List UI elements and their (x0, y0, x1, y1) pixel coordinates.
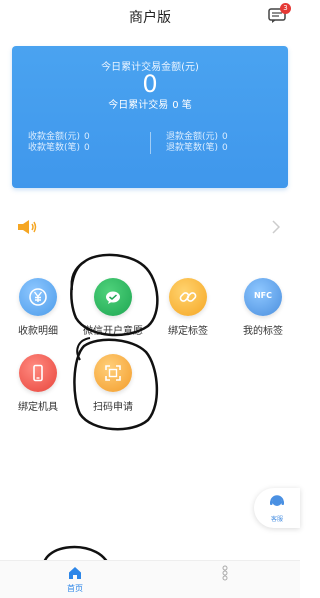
bottom-tab-bar: 首页 (0, 560, 300, 598)
grid-item-scan-apply[interactable]: 扫码申请 (78, 354, 148, 413)
headset-icon (270, 495, 284, 506)
stat-value: 0 (222, 143, 228, 153)
transaction-summary-card: 今日累计交易金额(元) 0 今日累计交易 0 笔 收款金额(元) 0 收款笔数(笔… (12, 46, 288, 188)
app-header: 商户版 3 (0, 0, 300, 34)
stat-value: 0 (222, 132, 228, 142)
grid-item-label: 绑定标签 (168, 326, 208, 337)
today-count-value: 0 (172, 100, 179, 111)
grid-item-my-tags[interactable]: NFC 我的标签 (228, 278, 298, 337)
stat-row: 退款笔数(笔) 0 (166, 143, 228, 154)
grid-item-label: 微信开户意愿 (83, 326, 143, 337)
link-icon (169, 278, 207, 316)
nfc-icon-text: NFC (253, 291, 273, 300)
stat-label: 退款笔数(笔) (166, 143, 219, 153)
tab-more[interactable] (205, 565, 245, 583)
today-count-label: 今日累计交易 (108, 100, 169, 111)
card-divider (150, 132, 151, 154)
stat-row: 退款金额(元) 0 (166, 132, 228, 143)
customer-service-button[interactable]: 客服 (254, 488, 300, 528)
grid-item-receipt-details[interactable]: 收款明细 (3, 278, 73, 337)
today-count-unit: 笔 (181, 100, 192, 111)
stat-label: 收款笔数(笔) (28, 143, 81, 153)
stat-row: 收款笔数(笔) 0 (28, 143, 90, 154)
notice-bar[interactable] (12, 213, 288, 241)
message-badge: 3 (280, 3, 291, 14)
customer-service-label: 客服 (270, 516, 283, 523)
yen-icon (19, 278, 57, 316)
today-amount-value: 0 (142, 70, 158, 98)
grid-item-label: 收款明细 (18, 326, 58, 337)
page-title: 商户版 (129, 10, 171, 26)
phone-icon (19, 354, 57, 392)
chevron-right-icon (272, 220, 280, 234)
tab-home-label: 首页 (67, 584, 83, 593)
scan-icon (94, 354, 132, 392)
nfc-icon: NFC (244, 278, 282, 316)
stat-label: 退款金额(元) (166, 132, 219, 142)
stat-row: 收款金额(元) 0 (28, 132, 90, 143)
grid-item-label: 绑定机具 (18, 402, 58, 413)
grid-item-wechat-account[interactable]: 微信开户意愿 (78, 278, 148, 337)
grid-item-bind-device[interactable]: 绑定机具 (3, 354, 73, 413)
grid-item-label: 扫码申请 (93, 402, 133, 413)
grid-item-bind-tag[interactable]: 绑定标签 (153, 278, 223, 337)
more-icon (222, 565, 228, 581)
wechat-icon (94, 278, 132, 316)
speaker-icon (18, 220, 37, 234)
tab-home[interactable]: 首页 (55, 565, 95, 594)
refund-stats: 退款金额(元) 0 退款笔数(笔) 0 (166, 132, 228, 154)
grid-item-label: 我的标签 (243, 326, 283, 337)
today-count-line: 今日累计交易 0 笔 (12, 96, 288, 111)
home-icon (69, 567, 81, 579)
stat-value: 0 (84, 132, 90, 142)
receipt-stats: 收款金额(元) 0 收款笔数(笔) 0 (28, 132, 90, 154)
message-button[interactable]: 3 (268, 3, 291, 24)
stat-label: 收款金额(元) (28, 132, 81, 142)
stat-value: 0 (84, 143, 90, 153)
